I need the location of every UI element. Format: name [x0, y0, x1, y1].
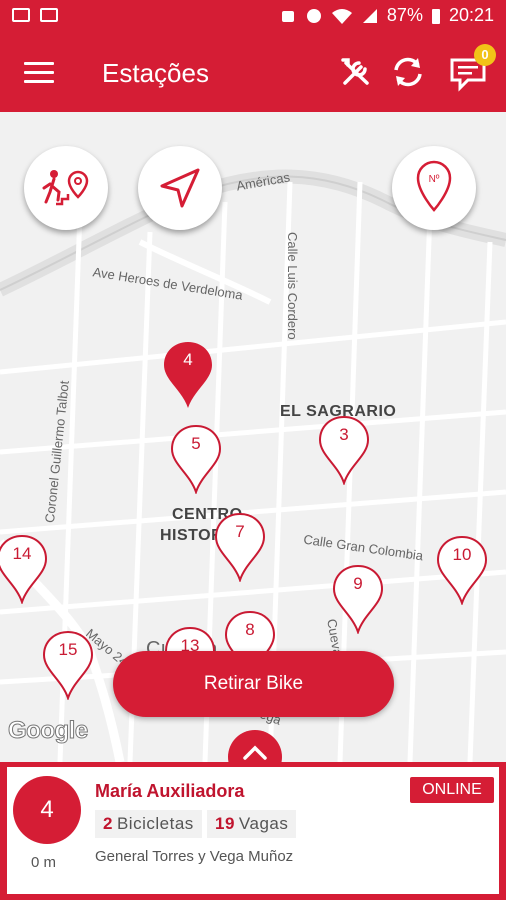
app-bar: Estações 0: [0, 34, 506, 112]
street-label-luis-cordero: Calle Luis Cordero: [285, 232, 300, 340]
screen-notification-icon: [40, 8, 58, 22]
station-id-badge: 4: [13, 776, 81, 844]
wifi-icon: [331, 8, 352, 24]
station-pin[interactable]: 9: [332, 562, 384, 634]
station-name: María Auxiliadora: [95, 781, 245, 801]
message-icon[interactable]: 0: [446, 44, 496, 94]
slots-count: 19: [215, 814, 235, 833]
signal-icon: [362, 8, 377, 23]
station-pin[interactable]: 3: [318, 413, 370, 485]
walk-to-pin-icon[interactable]: [24, 146, 108, 230]
hamburger-icon[interactable]: [24, 62, 54, 84]
bikes-label: Bicicletas: [116, 814, 194, 833]
pin-number: 10: [452, 545, 472, 564]
navigation-arrow-icon[interactable]: [138, 146, 222, 230]
pin-number: 4: [183, 350, 193, 369]
station-distance: 0 m: [31, 854, 57, 871]
bikes-count: 2: [103, 814, 113, 833]
pin-number: 15: [58, 640, 78, 659]
station-pin[interactable]: 10: [436, 533, 488, 605]
chevron-up-icon: [243, 745, 267, 760]
status-badge: ONLINE: [410, 777, 494, 803]
station-card[interactable]: 4 0 m María Auxiliadora ONLINE 2 Biciclet…: [0, 762, 506, 900]
pin-number: 14: [12, 544, 32, 563]
notification-badge: 0: [474, 44, 496, 66]
status-bar: 87% 20:21: [0, 0, 506, 34]
station-pin[interactable]: 7: [214, 510, 266, 582]
slots-available: 19 Vagas: [207, 810, 297, 838]
station-number-pin-icon[interactable]: Nº: [392, 146, 476, 230]
vibrate-icon: [306, 8, 321, 23]
clock: 20:21: [448, 5, 494, 25]
bikes-available: 2 Bicicletas: [95, 810, 202, 838]
svg-text:Nº: Nº: [429, 174, 440, 185]
alarm-icon: [281, 10, 294, 22]
google-logo: Google: [8, 717, 89, 745]
station-pin[interactable]: 15: [42, 628, 94, 700]
slots-label: Vagas: [238, 814, 289, 833]
station-pin[interactable]: 5: [170, 422, 222, 494]
tools-icon[interactable]: [334, 50, 378, 94]
page-title: Estações: [102, 58, 209, 88]
station-pin-selected[interactable]: 4: [162, 338, 214, 410]
battery-icon: [431, 8, 440, 24]
station-address: General Torres y Vega Muñoz: [95, 848, 294, 865]
gallery-notification-icon: [12, 8, 30, 22]
battery-percent: 87%: [386, 5, 423, 25]
pin-number: 7: [235, 522, 245, 541]
pin-number: 3: [339, 425, 349, 444]
refresh-icon[interactable]: [386, 50, 430, 94]
station-pin[interactable]: 14: [0, 532, 48, 604]
map-view[interactable]: Américas Calle Luis Cordero Ave Heroes d…: [0, 112, 506, 762]
pin-number: 9: [353, 574, 363, 593]
pin-number: 8: [245, 620, 255, 639]
retirar-bike-button[interactable]: Retirar Bike: [113, 651, 394, 717]
expand-panel-button[interactable]: [228, 730, 282, 762]
pin-number: 5: [191, 434, 201, 453]
